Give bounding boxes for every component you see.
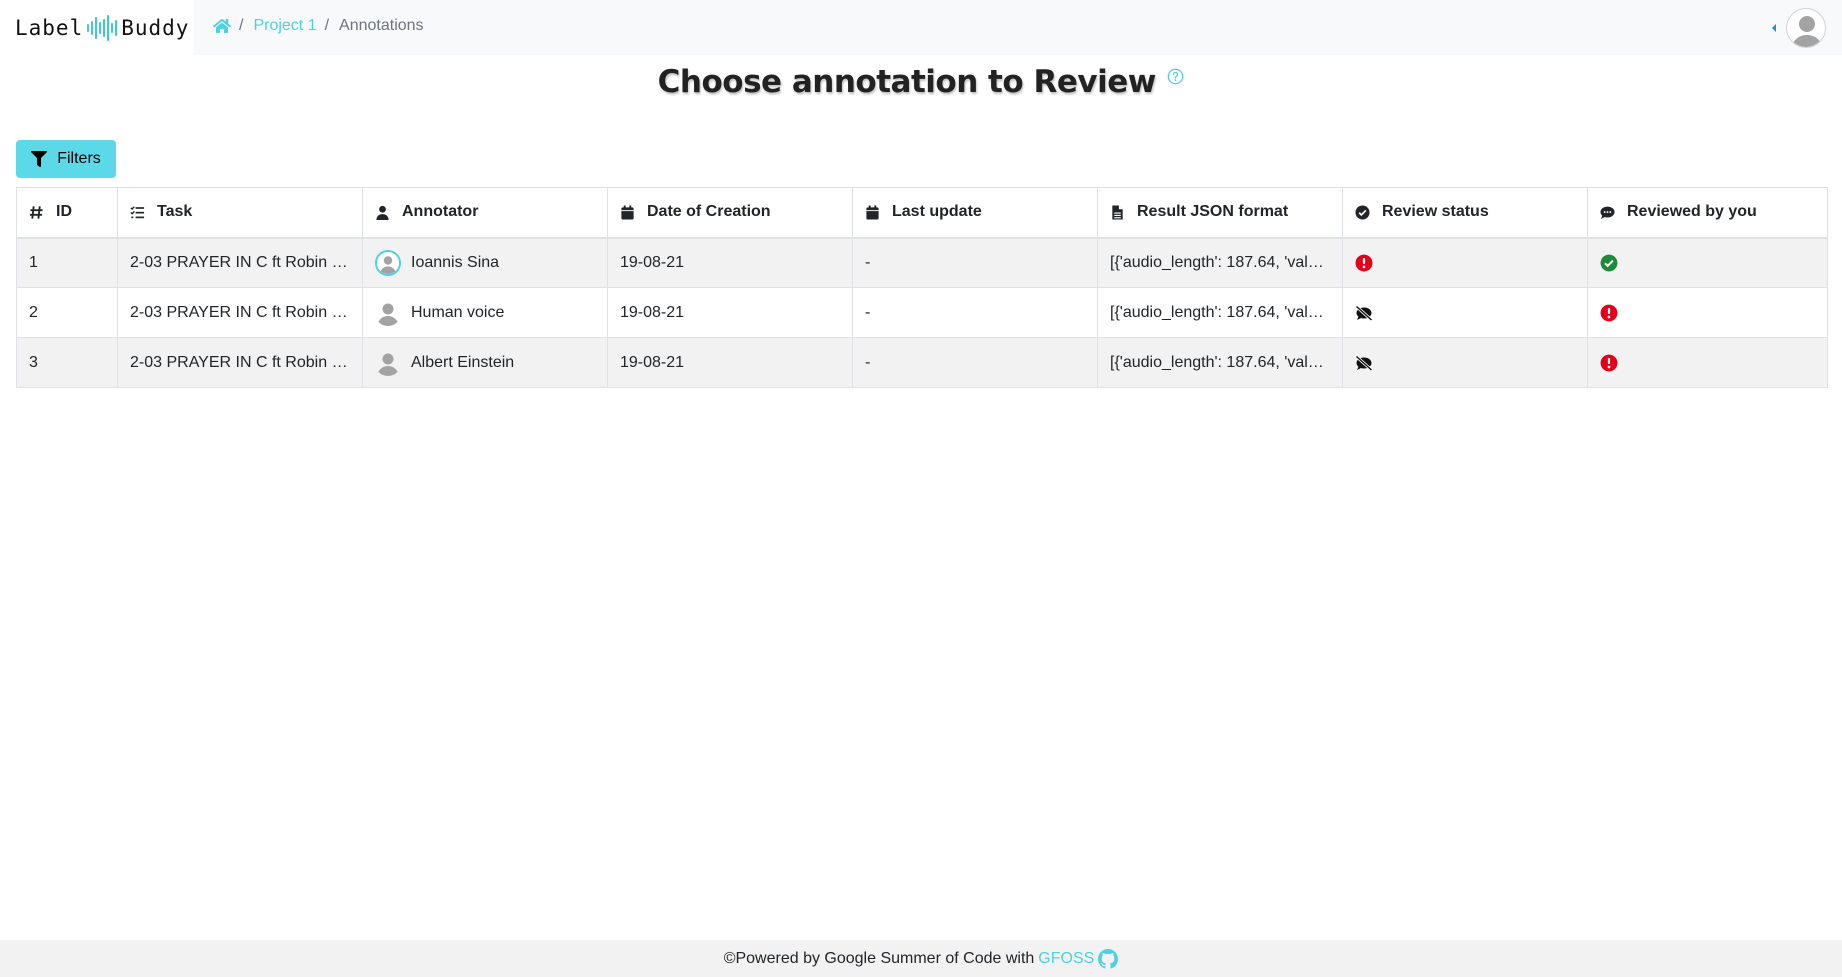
table-header-row: ID Task Annotator Date of Creation Last … bbox=[16, 187, 1828, 239]
cell-id: 1 bbox=[16, 237, 118, 288]
header-label: Annotator bbox=[402, 203, 479, 221]
cell-annotator: Ioannis Sina bbox=[362, 237, 608, 288]
comment-slash-icon bbox=[1355, 354, 1373, 371]
help-icon[interactable] bbox=[1167, 68, 1184, 85]
breadcrumb: / Project 1 / Annotations bbox=[213, 17, 424, 35]
list-check-icon bbox=[130, 205, 145, 218]
header-label: Result JSON format bbox=[1137, 203, 1289, 221]
annotator-name: Ioannis Sina bbox=[411, 253, 500, 271]
annotator-avatar bbox=[375, 249, 401, 276]
table-row[interactable]: 2 2-03 PRAYER IN C ft Robin Schulz (Radi… bbox=[16, 287, 1828, 338]
column-header-last-update[interactable]: Last update bbox=[852, 187, 1098, 239]
home-icon[interactable] bbox=[213, 18, 231, 34]
column-header-annotator[interactable]: Annotator bbox=[362, 187, 608, 239]
footer: ©Powered by Google Summer of Code with G… bbox=[0, 940, 1842, 977]
table-row[interactable]: 3 2-03 PRAYER IN C ft Robin Schulz (Radi… bbox=[16, 337, 1828, 388]
check-circle-icon bbox=[1600, 254, 1618, 272]
caret-left-icon[interactable] bbox=[1772, 24, 1776, 32]
header-label: Reviewed by you bbox=[1627, 203, 1757, 221]
brand-text-right: Buddy bbox=[121, 15, 190, 40]
cell-date-created: 19-08-21 bbox=[607, 287, 853, 338]
user-menu[interactable] bbox=[1772, 8, 1826, 48]
footer-gfoss-link[interactable]: GFOSS bbox=[1038, 950, 1094, 968]
header-label: Review status bbox=[1382, 203, 1489, 221]
breadcrumb-separator: / bbox=[239, 17, 244, 34]
breadcrumb-separator: / bbox=[324, 17, 330, 34]
file-text-icon bbox=[1112, 205, 1123, 220]
cell-reviewed-by-you bbox=[1587, 287, 1828, 338]
calendar-icon bbox=[866, 205, 879, 220]
cell-reviewed-by-you bbox=[1587, 237, 1828, 288]
header-label: Task bbox=[157, 203, 193, 221]
error-circle-icon bbox=[1600, 304, 1618, 321]
filters-button[interactable]: Filters bbox=[16, 140, 116, 178]
hashtag-icon bbox=[29, 206, 43, 219]
cell-task[interactable]: 2-03 PRAYER IN C ft Robin Schulz (Radio … bbox=[117, 237, 363, 288]
filters-label: Filters bbox=[57, 150, 101, 167]
annotator-name: Human voice bbox=[411, 303, 505, 321]
breadcrumb-project-link[interactable]: Project 1 bbox=[253, 17, 316, 35]
cell-task[interactable]: 2-03 PRAYER IN C ft Robin Schulz (Radio … bbox=[117, 287, 363, 338]
breadcrumb-current: Annotations bbox=[339, 17, 424, 34]
navbar: Label Buddy / Project 1 / Annotations bbox=[0, 0, 1842, 55]
github-icon[interactable] bbox=[1098, 948, 1119, 969]
user-icon bbox=[376, 205, 389, 220]
annotator-name: Albert Einstein bbox=[411, 353, 515, 371]
cell-last-update: - bbox=[852, 287, 1098, 338]
annotations-table: ID Task Annotator Date of Creation Last … bbox=[16, 187, 1828, 388]
cell-review-status bbox=[1342, 287, 1588, 338]
header-label: Date of Creation bbox=[647, 203, 771, 221]
table-row[interactable]: 1 2-03 PRAYER IN C ft Robin Schulz (Radi… bbox=[16, 237, 1828, 288]
cell-reviewed-by-you bbox=[1587, 337, 1828, 388]
annotator-avatar bbox=[375, 350, 401, 376]
check-circle-icon bbox=[1355, 205, 1370, 220]
error-circle-icon bbox=[1600, 354, 1618, 371]
cell-date-created: 19-08-21 bbox=[607, 237, 853, 288]
cell-review-status bbox=[1342, 337, 1588, 388]
footer-text: ©Powered by Google Summer of Code with bbox=[723, 949, 1035, 967]
cell-review-status bbox=[1342, 237, 1588, 288]
title-area: Choose annotation to Review bbox=[0, 64, 1842, 100]
cell-id: 2 bbox=[16, 287, 118, 338]
column-header-id[interactable]: ID bbox=[16, 187, 118, 239]
column-header-task[interactable]: Task bbox=[117, 187, 363, 239]
annotator-avatar bbox=[375, 300, 401, 326]
cell-result-json: [{'audio_length': 187.64, 'value': {}}] bbox=[1097, 287, 1343, 338]
cell-result-json: [{'audio_length': 187.64, 'value': {}}] bbox=[1097, 237, 1343, 288]
header-label: ID bbox=[56, 203, 72, 221]
column-header-result-json[interactable]: Result JSON format bbox=[1097, 187, 1343, 239]
filter-icon bbox=[31, 151, 48, 167]
cell-result-json: [{'audio_length': 187.64, 'value': {}}] bbox=[1097, 337, 1343, 388]
column-header-reviewed-by-you[interactable]: Reviewed by you bbox=[1587, 187, 1828, 239]
cell-task[interactable]: 2-03 PRAYER IN C ft Robin Schulz (Radio … bbox=[117, 337, 363, 388]
cell-date-created: 19-08-21 bbox=[607, 337, 853, 388]
brand-logo[interactable]: Label Buddy bbox=[0, 0, 194, 55]
cell-annotator: Human voice bbox=[362, 287, 608, 338]
header-label: Last update bbox=[892, 203, 982, 221]
comment-slash-icon bbox=[1355, 304, 1373, 321]
page-title: Choose annotation to Review bbox=[657, 64, 1157, 100]
cell-last-update: - bbox=[852, 337, 1098, 388]
column-header-review-status[interactable]: Review status bbox=[1342, 187, 1588, 239]
calendar-icon bbox=[621, 205, 634, 220]
waveform-icon bbox=[87, 14, 118, 41]
error-circle-icon bbox=[1355, 254, 1373, 272]
cell-last-update: - bbox=[852, 237, 1098, 288]
comments-icon bbox=[1600, 206, 1615, 219]
brand-text-left: Label bbox=[15, 15, 84, 40]
column-header-date-of-creation[interactable]: Date of Creation bbox=[607, 187, 853, 239]
cell-annotator: Albert Einstein bbox=[362, 337, 608, 388]
user-avatar[interactable] bbox=[1786, 8, 1826, 48]
cell-id: 3 bbox=[16, 337, 118, 388]
